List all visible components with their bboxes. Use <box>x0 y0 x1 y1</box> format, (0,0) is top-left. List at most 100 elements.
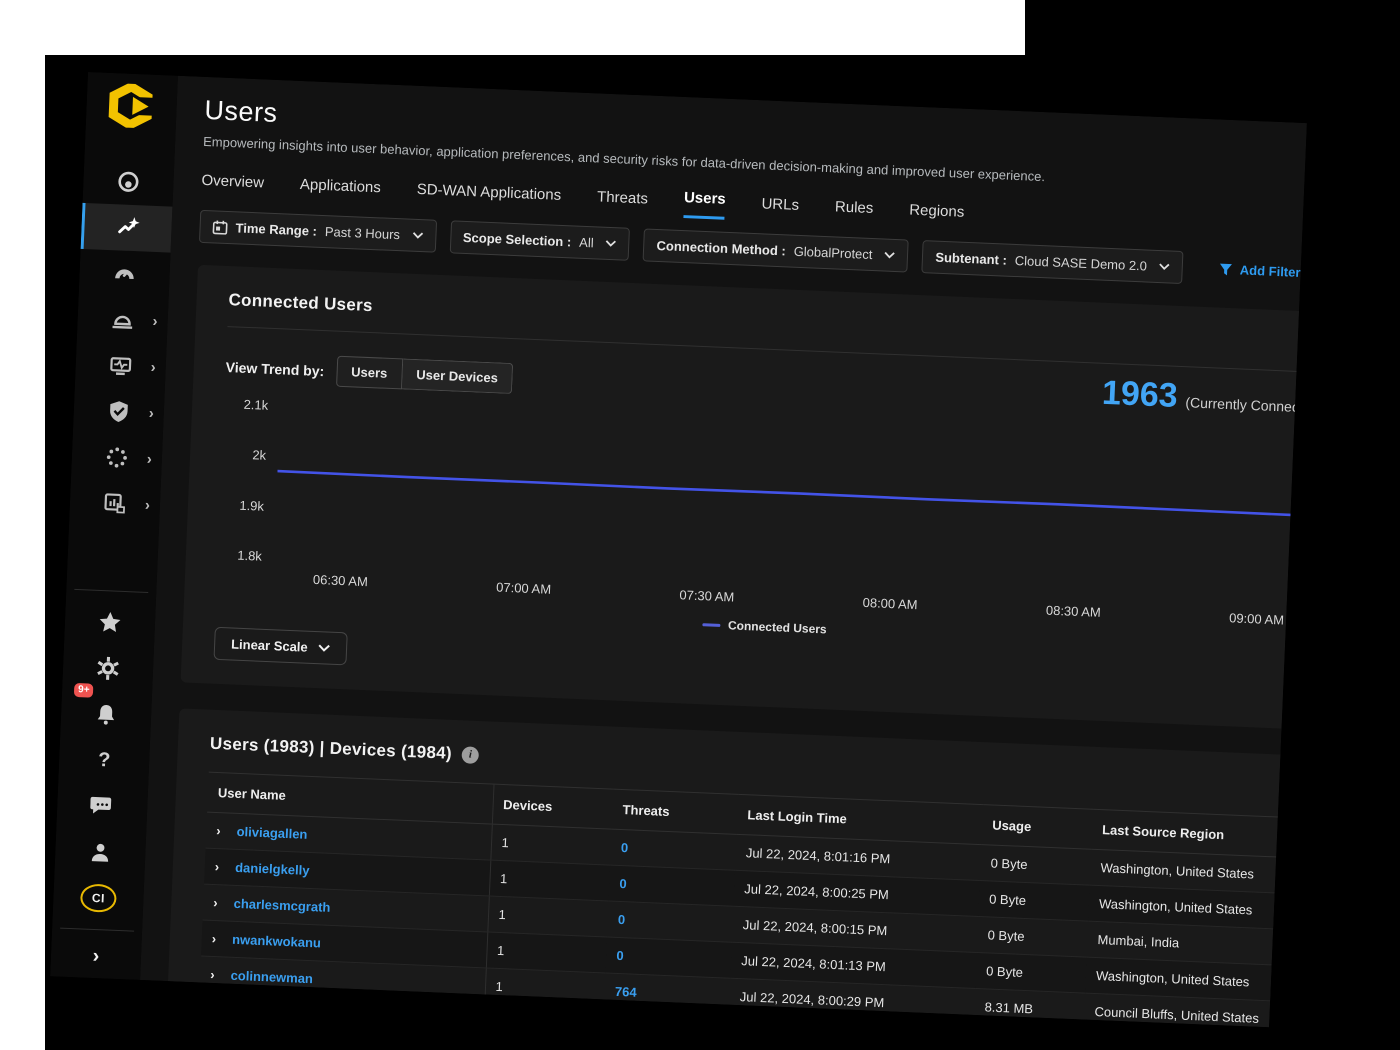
sidebar-item-incidents[interactable]: › <box>77 295 169 345</box>
user-link[interactable]: charlesmcgrath <box>233 896 330 915</box>
filter-label: Time Range : <box>235 220 317 238</box>
col-header-devices[interactable]: Devices <box>492 784 614 829</box>
sidebar-item-reports[interactable]: › <box>69 479 161 529</box>
subtenant-filter[interactable]: Subtenant : Cloud SASE Demo 2.0 <box>922 240 1184 284</box>
sidebar-expand-button[interactable]: › <box>50 936 141 976</box>
chat-bubble-icon <box>90 794 115 819</box>
funnel-icon <box>1219 262 1234 277</box>
row-expand-icon[interactable]: › <box>210 967 215 982</box>
notifications-button[interactable]: 9+ <box>60 689 152 739</box>
tab-overview[interactable]: Overview <box>201 172 265 201</box>
add-filter-button[interactable]: Add Filter <box>1219 262 1301 280</box>
sidebar-item-monitor[interactable] <box>79 249 171 299</box>
person-icon <box>88 840 113 865</box>
tab-sdwan-applications[interactable]: SD-WAN Applications <box>416 181 561 213</box>
x-tick: 08:30 AM <box>1046 603 1102 620</box>
sidebar-item-observability[interactable] <box>83 157 175 207</box>
sidebar-item-security[interactable]: › <box>73 387 165 437</box>
connected-count-suffix: (Currently Connected) <box>1185 394 1307 416</box>
x-tick: 07:00 AM <box>496 580 552 597</box>
row-expand-icon[interactable]: › <box>212 931 217 946</box>
col-header-usage[interactable]: Usage <box>981 805 1093 850</box>
col-header-threats[interactable]: Threats <box>612 789 739 834</box>
chevron-down-icon <box>318 644 330 652</box>
time-range-filter[interactable]: Time Range : Past 3 Hours <box>199 210 437 253</box>
usage-cell: 0 Byte <box>975 952 1086 993</box>
main-content: Users Empowering insights into user beha… <box>140 76 1307 1028</box>
info-icon[interactable]: i <box>462 746 480 764</box>
tab-urls[interactable]: URLs <box>761 195 800 223</box>
gear-icon <box>96 656 121 681</box>
usage-cell: 0 Byte <box>978 881 1089 922</box>
sidebar-item-sase[interactable]: › <box>71 433 163 483</box>
threats-link[interactable]: 0 <box>616 948 624 963</box>
shield-check-icon <box>106 399 131 424</box>
chevron-down-icon <box>412 232 423 239</box>
scope-selection-filter[interactable]: Scope Selection : All <box>449 220 630 261</box>
toggle-users[interactable]: Users <box>336 356 403 390</box>
scale-select[interactable]: Linear Scale <box>213 627 347 666</box>
sidebar-item-insights-active[interactable] <box>81 203 173 253</box>
devices-cell: 1 <box>487 896 608 937</box>
insights-trend-icon <box>116 215 141 240</box>
sidebar-item-workflows[interactable]: › <box>75 341 167 391</box>
users-table-card: Users (1983) | Devices (1984) i User Nam… <box>167 708 1307 1027</box>
tab-regions[interactable]: Regions <box>909 202 965 230</box>
sidebar-divider <box>60 928 134 932</box>
threats-link[interactable]: 764 <box>615 984 637 1000</box>
profile-button[interactable] <box>54 827 146 877</box>
scale-label: Linear Scale <box>231 637 308 655</box>
x-tick: 09:00 AM <box>1229 610 1285 627</box>
filter-label: Subtenant : <box>935 250 1007 268</box>
filter-value: GlobalProtect <box>793 244 872 262</box>
filter-label: Scope Selection : <box>463 230 572 250</box>
user-link[interactable]: danielgkelly <box>235 860 310 878</box>
tenant-avatar[interactable]: CI <box>52 873 144 923</box>
row-expand-icon[interactable]: › <box>216 823 221 838</box>
connected-count: 1963 (Currently Connected) <box>1101 374 1307 422</box>
help-button[interactable]: ? <box>58 735 150 785</box>
feedback-button[interactable] <box>56 781 148 831</box>
observe-eye-icon <box>116 169 141 194</box>
threats-link[interactable]: 0 <box>618 912 626 927</box>
user-link[interactable]: colinnewman <box>230 968 313 986</box>
brand-logo-icon[interactable] <box>108 83 156 134</box>
threats-link[interactable]: 0 <box>621 840 629 855</box>
speedometer-icon <box>112 261 137 286</box>
sidebar-divider <box>74 589 148 593</box>
chevron-right-icon: › <box>146 450 152 467</box>
users-table: User Name Devices Threats Last Login Tim… <box>200 772 1306 1028</box>
threats-link[interactable]: 0 <box>619 876 627 891</box>
toggle-user-devices[interactable]: User Devices <box>402 358 514 394</box>
sidebar-bottom-group: 9+ ? CI › <box>50 581 157 980</box>
chevron-right-icon: › <box>150 358 156 375</box>
usage-cell: 0 Byte <box>980 845 1091 886</box>
favorites-button[interactable] <box>64 598 156 648</box>
filter-value: Cloud SASE Demo 2.0 <box>1015 253 1148 274</box>
workflow-pulse-icon <box>108 353 133 378</box>
connection-method-filter[interactable]: Connection Method : GlobalProtect <box>643 228 909 272</box>
siren-icon <box>110 307 135 332</box>
row-expand-icon[interactable]: › <box>215 859 220 874</box>
tab-threats[interactable]: Threats <box>596 188 648 216</box>
view-trend-group: View Trend by: Users User Devices <box>225 351 513 394</box>
tab-rules[interactable]: Rules <box>834 198 873 226</box>
tab-users[interactable]: Users <box>683 189 726 220</box>
y-axis-labels: 2.1k 2k 1.9k 1.8k <box>218 392 281 564</box>
legend-line-swatch <box>702 623 720 627</box>
bell-icon <box>94 702 119 727</box>
usage-cell: 0 Byte <box>977 917 1088 958</box>
connected-count-number: 1963 <box>1101 374 1178 416</box>
filter-value: Past 3 Hours <box>325 224 401 242</box>
row-expand-icon[interactable]: › <box>213 895 218 910</box>
calendar-icon <box>212 219 228 235</box>
chevron-down-icon <box>1159 263 1170 270</box>
legend-label: Connected Users <box>728 618 827 636</box>
chevron-down-icon <box>884 252 895 259</box>
devices-cell: 1 <box>489 860 610 901</box>
tab-applications[interactable]: Applications <box>299 176 381 205</box>
view-trend-label: View Trend by: <box>225 359 324 379</box>
users-table-title: Users (1983) | Devices (1984) <box>210 734 453 764</box>
user-link[interactable]: oliviagallen <box>236 824 307 842</box>
user-link[interactable]: nwankwokanu <box>232 932 321 951</box>
